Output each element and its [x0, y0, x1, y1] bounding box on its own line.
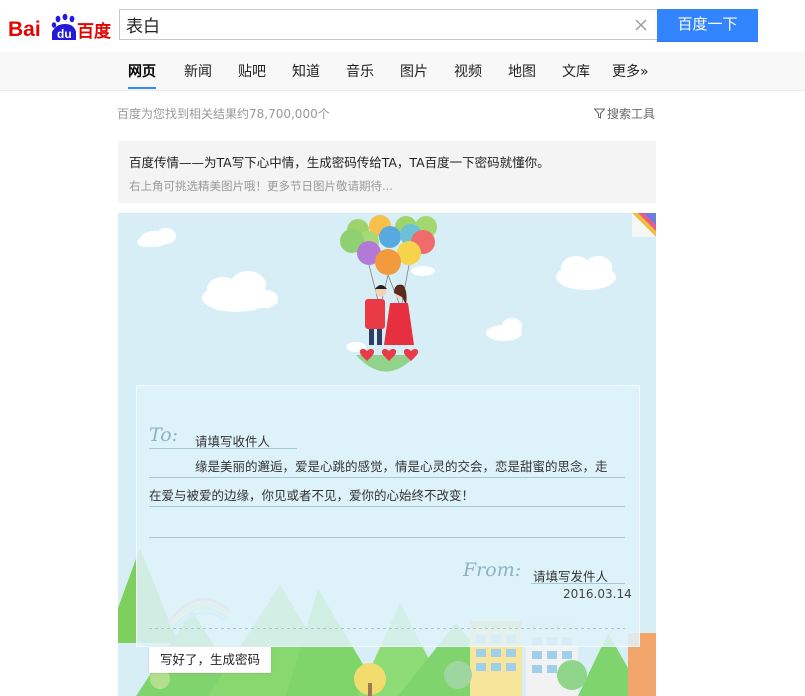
filter-icon — [594, 108, 605, 119]
letter-date: 2016.03.14 — [563, 587, 632, 601]
recipient-underline — [149, 448, 297, 449]
tab-tieba[interactable]: 贴吧 — [238, 61, 266, 89]
tab-images[interactable]: 图片 — [400, 61, 428, 89]
message-rule-1 — [149, 477, 625, 478]
basket — [356, 348, 419, 372]
search-button[interactable]: 百度一下 — [657, 9, 758, 42]
generate-password-button[interactable]: 写好了，生成密码 — [149, 647, 271, 673]
letter-form: To: 请填写收件人 缘是美丽的邂逅，爱是心跳的感觉，情是心灵的交会，恋是甜蜜的… — [136, 385, 640, 647]
svg-text:du: du — [57, 27, 72, 41]
search-tools-button[interactable]: 搜索工具 — [594, 105, 655, 122]
sender-underline — [531, 583, 625, 584]
tab-video[interactable]: 视频 — [454, 61, 482, 89]
tab-map[interactable]: 地图 — [508, 61, 536, 89]
search-input[interactable] — [126, 10, 626, 39]
love-letter-card: To: 请填写收件人 缘是美丽的邂逅，爱是心跳的感觉，情是心灵的交会，恋是甜蜜的… — [118, 213, 656, 696]
search-box — [119, 9, 657, 40]
tab-more[interactable]: 更多» — [612, 61, 649, 89]
message-rule-2 — [149, 506, 625, 507]
svg-text:Bai: Bai — [8, 18, 41, 41]
info-subtitle: 右上角可挑选精美图片哦！更多节日图片敬请期待... — [129, 179, 393, 193]
message-rule-3 — [149, 537, 625, 538]
cloud-big-left — [202, 271, 278, 312]
tab-zhidao[interactable]: 知道 — [292, 61, 320, 89]
cloud-mid-right — [486, 318, 522, 341]
cloud-right — [556, 256, 616, 290]
baidu-logo[interactable]: Bai du 百度 — [8, 10, 112, 44]
clear-icon[interactable] — [633, 17, 649, 33]
balloons — [340, 215, 437, 309]
couple — [365, 284, 414, 345]
cloud-left — [137, 228, 176, 247]
search-tools-label: 搜索工具 — [607, 107, 656, 121]
image-picker-corner-icon[interactable] — [632, 213, 656, 237]
header: Bai du 百度 百度一下 — [0, 0, 805, 52]
from-label: From: — [463, 559, 522, 581]
dashed-divider — [149, 628, 625, 629]
tab-music[interactable]: 音乐 — [346, 61, 374, 89]
message-line-2[interactable]: 在爱与被爱的边缘，你见或者不见，爱你的心始终不改变！ — [149, 485, 474, 504]
tab-web[interactable]: 网页 — [128, 61, 156, 89]
search-tabs: 网页 新闻 贴吧 知道 音乐 图片 视频 地图 文库 更多» — [0, 52, 805, 91]
info-title: 百度传情——为TA写下心中情，生成密码传给TA，TA百度一下密码就懂你。 — [129, 155, 550, 170]
to-label: To: — [149, 424, 179, 446]
tab-news[interactable]: 新闻 — [184, 61, 212, 89]
tab-wenku[interactable]: 文库 — [562, 61, 590, 89]
svg-text:百度: 百度 — [77, 21, 112, 42]
result-count: 百度为您找到相关结果约78,700,000个 — [117, 107, 330, 121]
message-line-1[interactable]: 缘是美丽的邂逅，爱是心跳的感觉，情是心灵的交会，恋是甜蜜的思念，走 — [195, 456, 608, 475]
info-box: 百度传情——为TA写下心中情，生成密码传给TA，TA百度一下密码就懂你。 右上角… — [118, 141, 656, 203]
